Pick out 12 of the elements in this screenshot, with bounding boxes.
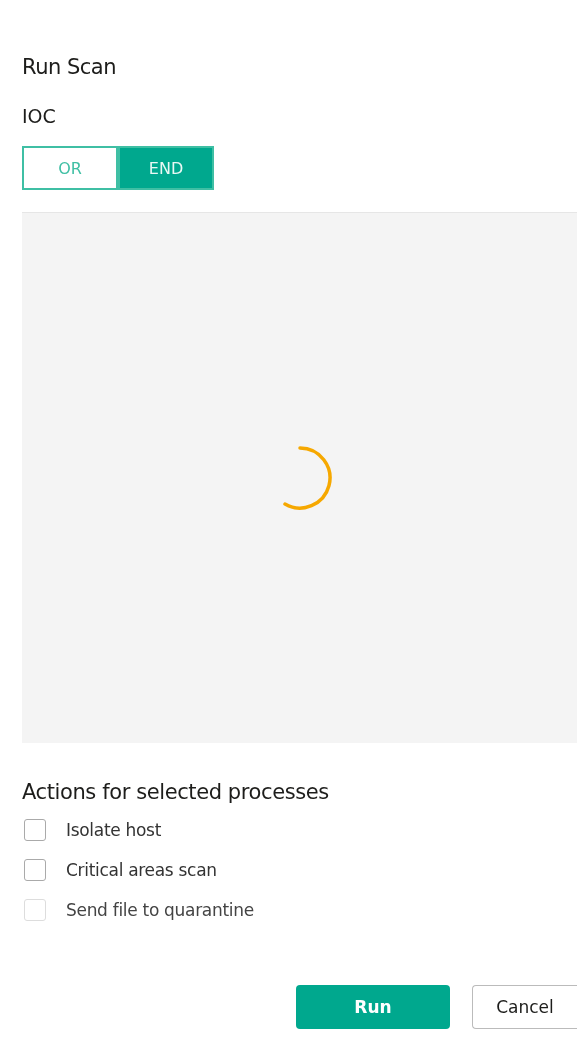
section-heading: Actions for selected processes (22, 779, 330, 805)
section-label: IOC (22, 104, 57, 128)
cancel-button[interactable]: Cancel (472, 985, 577, 1029)
checkbox-label: Isolate host (66, 819, 162, 841)
toggle-option[interactable]: OR (22, 146, 118, 190)
checkbox[interactable] (24, 819, 46, 841)
run-button[interactable]: Run (296, 985, 450, 1029)
checkbox[interactable] (24, 859, 46, 881)
checkbox-label: Send file to quarantine (66, 899, 254, 921)
checkbox-label: Critical areas scan (66, 859, 217, 881)
dialog-title: Run Scan (22, 54, 117, 80)
toggle-option[interactable]: END (118, 146, 214, 190)
